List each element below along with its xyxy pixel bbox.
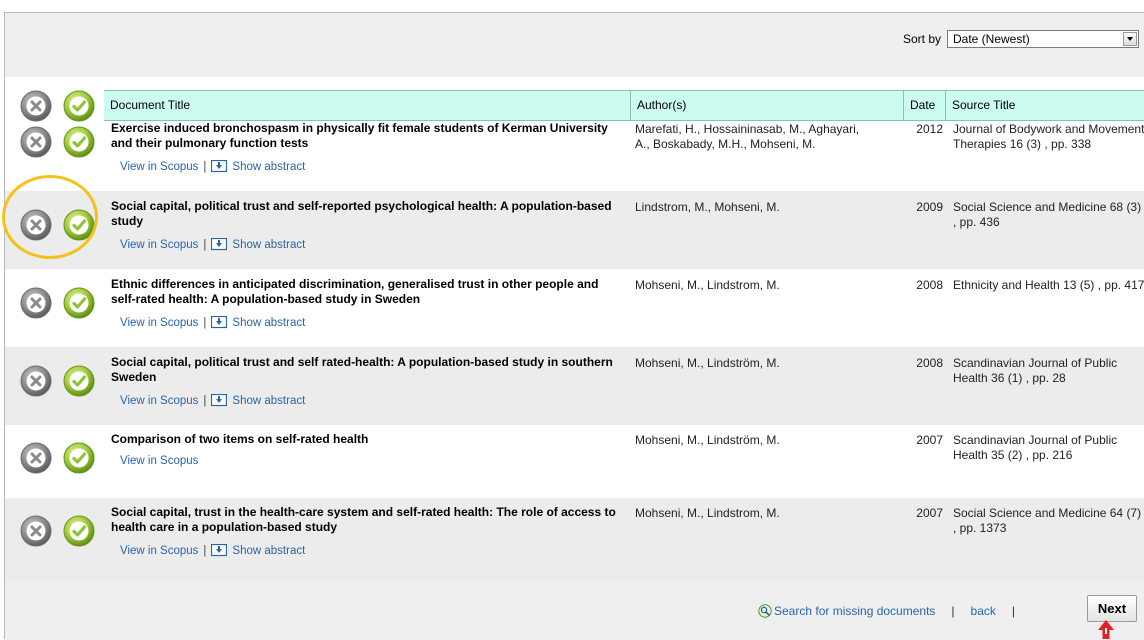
date: 2007 xyxy=(916,506,943,520)
table-header: Document Title Author(s) Date Source Tit… xyxy=(5,77,1144,120)
source-title: Journal of Bodywork and Movement Therapi… xyxy=(953,122,1144,151)
authors: Lindstrom, M., Mohseni, M. xyxy=(635,200,780,214)
header-date[interactable]: Date xyxy=(903,91,945,120)
reject-icon[interactable] xyxy=(20,287,52,319)
date: 2007 xyxy=(916,433,943,447)
date: 2012 xyxy=(916,122,943,136)
show-abstract-link[interactable]: Show abstract xyxy=(232,395,305,407)
accept-all-icon[interactable] xyxy=(63,90,95,122)
table-row: Exercise induced bronchospasm in physica… xyxy=(5,120,1144,191)
header-source-title[interactable]: Source Title xyxy=(945,91,1144,120)
document-title[interactable]: Ethnic differences in anticipated discri… xyxy=(111,277,626,307)
view-in-scopus-link[interactable]: View in Scopus xyxy=(120,161,198,173)
link-separator: | xyxy=(203,545,207,557)
search-missing-documents-link[interactable]: Search for missing documents xyxy=(774,604,935,618)
source-title: Social Science and Medicine 68 (3) , pp.… xyxy=(953,200,1142,229)
date: 2008 xyxy=(916,356,943,370)
results-panel: Sort by Date (Newest) Document Title Aut… xyxy=(4,12,1144,640)
show-abstract-icon[interactable] xyxy=(211,238,227,252)
view-in-scopus-link[interactable]: View in Scopus xyxy=(120,239,198,251)
sort-select-value: Date (Newest) xyxy=(953,32,1030,46)
view-in-scopus-link[interactable]: View in Scopus xyxy=(120,455,198,467)
table-row: Ethnic differences in anticipated discri… xyxy=(5,269,1144,347)
reject-icon[interactable] xyxy=(20,126,52,158)
table-row: Social capital, political trust and self… xyxy=(5,191,1144,269)
pointer-arrow-icon xyxy=(1098,620,1114,639)
row-links: View in Scopus | Show abstract xyxy=(120,394,305,408)
accept-icon[interactable] xyxy=(63,287,95,319)
table-row: Social capital, trust in the health-care… xyxy=(5,498,1144,580)
accept-icon[interactable] xyxy=(63,442,95,474)
source-title: Ethnicity and Health 13 (5) , pp. 417 xyxy=(953,278,1144,292)
row-links: View in Scopus | Show abstract xyxy=(120,316,305,330)
chevron-down-icon[interactable] xyxy=(1123,32,1137,46)
link-separator: | xyxy=(203,395,207,407)
row-links: View in Scopus | Show abstract xyxy=(120,238,305,252)
reject-icon[interactable] xyxy=(20,365,52,397)
view-in-scopus-link[interactable]: View in Scopus xyxy=(120,395,198,407)
view-in-scopus-link[interactable]: View in Scopus xyxy=(120,545,198,557)
show-abstract-icon[interactable] xyxy=(211,316,227,330)
link-separator: | xyxy=(203,161,207,173)
sort-label: Sort by xyxy=(902,32,941,46)
header-cells: Document Title Author(s) Date Source Tit… xyxy=(104,90,1144,121)
accept-icon[interactable] xyxy=(63,365,95,397)
show-abstract-icon[interactable] xyxy=(211,394,227,408)
row-links: View in Scopus | Show abstract xyxy=(120,544,305,558)
table-row: Social capital, political trust and self… xyxy=(5,347,1144,425)
source-title: Scandinavian Journal of Public Health 35… xyxy=(953,433,1118,462)
header-document-title[interactable]: Document Title xyxy=(104,91,630,120)
document-title[interactable]: Social capital, political trust and self… xyxy=(111,355,626,385)
row-links: View in Scopus xyxy=(120,455,198,467)
show-abstract-icon[interactable] xyxy=(211,160,227,174)
authors: Mohseni, M., Lindstrom, M. xyxy=(635,506,780,520)
next-button[interactable]: Next xyxy=(1087,595,1137,622)
footer-separator: | xyxy=(1011,604,1016,618)
authors: Mohseni, M., Lindstrom, M. xyxy=(635,278,780,292)
highlight-annotation xyxy=(2,175,98,259)
sort-select[interactable]: Date (Newest) xyxy=(947,30,1139,48)
footer-links: Search for missing documents | back | xyxy=(758,604,1031,618)
header-authors[interactable]: Author(s) xyxy=(630,91,903,120)
table-row: Comparison of two items on self-rated he… xyxy=(5,425,1144,498)
reject-icon[interactable] xyxy=(20,515,52,547)
authors: Marefati, H., Hossaininasab, M., Aghayar… xyxy=(635,122,860,151)
source-title: Scandinavian Journal of Public Health 36… xyxy=(953,356,1118,385)
back-link[interactable]: back xyxy=(971,604,996,618)
source-title: Social Science and Medicine 64 (7) , pp.… xyxy=(953,506,1142,535)
show-abstract-link[interactable]: Show abstract xyxy=(232,317,305,329)
show-abstract-link[interactable]: Show abstract xyxy=(232,161,305,173)
authors: Mohseni, M., Lindström, M. xyxy=(635,356,780,370)
row-links: View in Scopus | Show abstract xyxy=(120,160,305,174)
accept-icon[interactable] xyxy=(63,126,95,158)
pagination-footer: Search for missing documents | back | Ne… xyxy=(5,580,1144,640)
show-abstract-icon[interactable] xyxy=(211,544,227,558)
accept-icon[interactable] xyxy=(63,515,95,547)
show-abstract-link[interactable]: Show abstract xyxy=(232,239,305,251)
document-title[interactable]: Social capital, political trust and self… xyxy=(111,199,626,229)
date: 2009 xyxy=(916,200,943,214)
toolbar: Sort by Date (Newest) xyxy=(5,13,1144,77)
view-in-scopus-link[interactable]: View in Scopus xyxy=(120,317,198,329)
document-title[interactable]: Social capital, trust in the health-care… xyxy=(111,505,626,535)
authors: Mohseni, M., Lindström, M. xyxy=(635,433,780,447)
link-separator: | xyxy=(203,239,207,251)
document-title[interactable]: Exercise induced bronchospasm in physica… xyxy=(111,121,626,151)
magnifier-icon[interactable] xyxy=(758,604,772,618)
date: 2008 xyxy=(916,278,943,292)
sort-control: Sort by Date (Newest) xyxy=(903,30,1139,48)
reject-all-icon[interactable] xyxy=(20,90,52,122)
document-title[interactable]: Comparison of two items on self-rated he… xyxy=(111,432,626,447)
footer-separator: | xyxy=(951,604,955,618)
reject-icon[interactable] xyxy=(20,442,52,474)
link-separator: | xyxy=(203,317,207,329)
show-abstract-link[interactable]: Show abstract xyxy=(232,545,305,557)
